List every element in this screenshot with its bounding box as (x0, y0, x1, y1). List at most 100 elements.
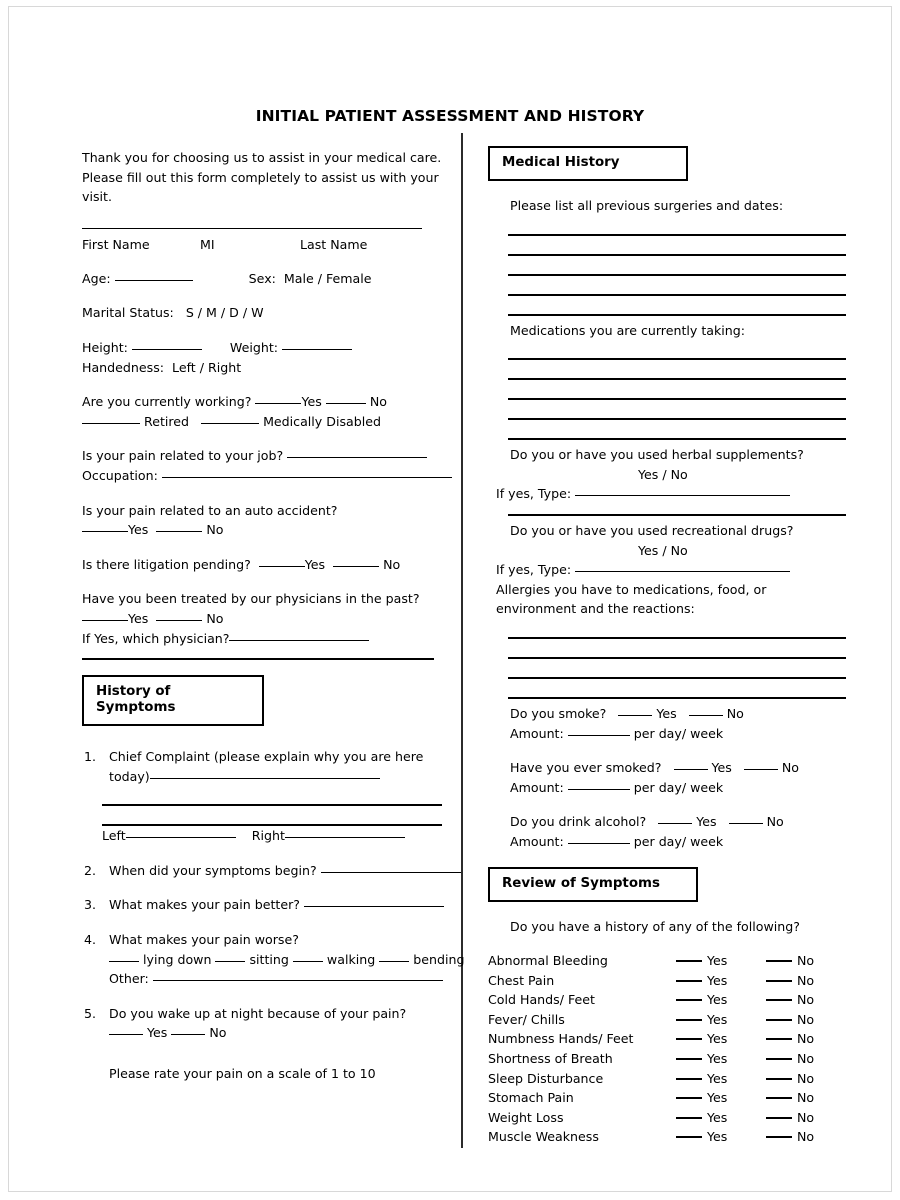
symptom-yes-cell[interactable]: Yes (676, 1127, 766, 1147)
job-pain-input-rule[interactable] (287, 457, 428, 459)
herbal-supplements-yes-no[interactable]: Yes / No (638, 465, 846, 485)
question-3-number: 3. (84, 897, 97, 913)
symptom-no-cell[interactable]: No (766, 951, 840, 971)
handedness-options[interactable]: Left / Right (172, 360, 241, 375)
recreational-drugs-yes-no[interactable]: Yes / No (638, 541, 846, 561)
question-5-no-rule[interactable] (171, 1034, 206, 1036)
weight-input-rule[interactable] (282, 348, 353, 350)
symptom-no-rule[interactable] (766, 1018, 792, 1021)
symptom-yes-cell[interactable]: Yes (676, 1049, 766, 1069)
symptom-no-rule[interactable] (766, 999, 792, 1002)
symptom-no-rule[interactable] (766, 1038, 792, 1041)
occupation-input-rule[interactable] (161, 476, 452, 478)
symptom-no-cell[interactable]: No (766, 1108, 840, 1128)
symptom-no-rule[interactable] (766, 979, 792, 982)
chief-complaint-right-rule[interactable] (284, 837, 405, 839)
symptom-no-rule[interactable] (766, 1136, 792, 1139)
symptom-no-cell[interactable]: No (766, 1010, 840, 1030)
question-5-yes-rule[interactable] (109, 1034, 143, 1036)
which-physician-input-rule[interactable] (229, 639, 370, 641)
symptom-no-cell[interactable]: No (766, 971, 840, 991)
option-walking-label: walking (326, 951, 376, 967)
symptom-yes-rule[interactable] (676, 1038, 702, 1041)
column-divider (461, 133, 463, 1148)
symptom-no-rule[interactable] (766, 960, 792, 963)
retired-disabled-row: Retired Medically Disabled (82, 412, 442, 432)
recreational-drugs-question: Do you or have you used recreational dru… (510, 522, 794, 538)
symptom-yes-cell[interactable]: Yes (676, 971, 766, 991)
symptom-yes-rule[interactable] (676, 1136, 702, 1139)
currently-working-yes-rule[interactable] (255, 403, 302, 405)
symptom-no-label: No (797, 1011, 815, 1027)
symptom-yes-cell[interactable]: Yes (676, 951, 766, 971)
herbal-supplements-type-rule[interactable] (575, 495, 791, 497)
table-row: Cold Hands/ Feet Yes No (488, 990, 840, 1010)
question-3-input-rule[interactable] (304, 906, 444, 908)
question-4-other-rule[interactable] (152, 980, 443, 982)
option-lying-down-rule[interactable] (109, 960, 139, 962)
symptom-yes-cell[interactable]: Yes (676, 1088, 766, 1108)
smoke-no-rule[interactable] (688, 714, 723, 716)
symptom-yes-cell[interactable]: Yes (676, 1069, 766, 1089)
symptom-no-cell[interactable]: No (766, 1127, 840, 1147)
retired-rule[interactable] (82, 422, 140, 424)
question-4-number: 4. (84, 932, 97, 948)
currently-working-no-rule[interactable] (325, 403, 366, 405)
alcohol-no-rule[interactable] (728, 823, 763, 825)
symptom-yes-cell[interactable]: Yes (676, 1010, 766, 1030)
chief-complaint-left-rule[interactable] (125, 837, 236, 839)
option-bending-rule[interactable] (379, 960, 410, 962)
symptom-yes-rule[interactable] (676, 1018, 702, 1021)
alcohol-yes-rule[interactable] (658, 823, 693, 825)
symptom-yes-rule[interactable] (676, 1116, 702, 1119)
question-5-number: 5. (84, 1005, 97, 1021)
recreational-drugs-type-rule[interactable] (575, 571, 791, 573)
sex-options[interactable]: Male / Female (284, 271, 372, 286)
alcohol-amount-rule[interactable] (567, 842, 630, 844)
age-input-rule[interactable] (114, 279, 193, 281)
symptom-no-cell[interactable]: No (766, 1088, 840, 1108)
litigation-yes-rule[interactable] (258, 565, 305, 567)
symptom-no-rule[interactable] (766, 1116, 792, 1119)
height-input-rule[interactable] (131, 348, 202, 350)
symptom-yes-label: Yes (707, 953, 728, 969)
smoke-amount-rule[interactable] (567, 734, 630, 736)
symptom-yes-rule[interactable] (676, 960, 702, 963)
symptom-yes-rule[interactable] (676, 1077, 702, 1080)
symptom-yes-cell[interactable]: Yes (676, 1029, 766, 1049)
option-walking-rule[interactable] (292, 960, 323, 962)
ever-smoked-no-rule[interactable] (743, 769, 778, 771)
symptom-yes-cell[interactable]: Yes (676, 1108, 766, 1128)
question-2-input-rule[interactable] (320, 871, 461, 873)
symptom-yes-rule[interactable] (676, 1058, 702, 1061)
symptom-no-rule[interactable] (766, 1097, 792, 1100)
ever-smoked-amount-rule[interactable] (567, 788, 630, 790)
symptom-no-cell[interactable]: No (766, 1069, 840, 1089)
marital-status-options[interactable]: S / M / D / W (186, 305, 264, 320)
auto-accident-no-rule[interactable] (156, 531, 203, 533)
smoke-no-label: No (726, 705, 744, 721)
chief-complaint-input-rule-1[interactable] (149, 777, 380, 779)
symptom-no-rule[interactable] (766, 1058, 792, 1061)
litigation-no-rule[interactable] (333, 565, 380, 567)
allergies-prompt-line-1: Allergies you have to medications, food,… (496, 581, 767, 597)
ever-smoked-yes-rule[interactable] (673, 769, 708, 771)
prior-treatment-yes-rule[interactable] (82, 619, 128, 621)
option-sitting-rule[interactable] (215, 960, 246, 962)
symptom-yes-cell[interactable]: Yes (676, 990, 766, 1010)
age-label: Age: (82, 270, 111, 286)
symptom-yes-rule[interactable] (676, 979, 702, 982)
symptom-no-rule[interactable] (766, 1077, 792, 1080)
medically-disabled-rule[interactable] (201, 422, 260, 424)
symptom-no-cell[interactable]: No (766, 1049, 840, 1069)
symptom-yes-rule[interactable] (676, 999, 702, 1002)
symptom-no-cell[interactable]: No (766, 1029, 840, 1049)
prior-treatment-no-rule[interactable] (156, 619, 203, 621)
auto-accident-yes-rule[interactable] (82, 531, 128, 533)
question-1-chief-complaint: 1. Chief Complaint (please explain why y… (82, 747, 442, 786)
question-5-answer-row: Yes No (109, 1023, 442, 1043)
smoke-yes-rule[interactable] (618, 714, 653, 716)
name-field-rule[interactable] (82, 227, 422, 229)
symptom-yes-rule[interactable] (676, 1097, 702, 1100)
symptom-no-cell[interactable]: No (766, 990, 840, 1010)
